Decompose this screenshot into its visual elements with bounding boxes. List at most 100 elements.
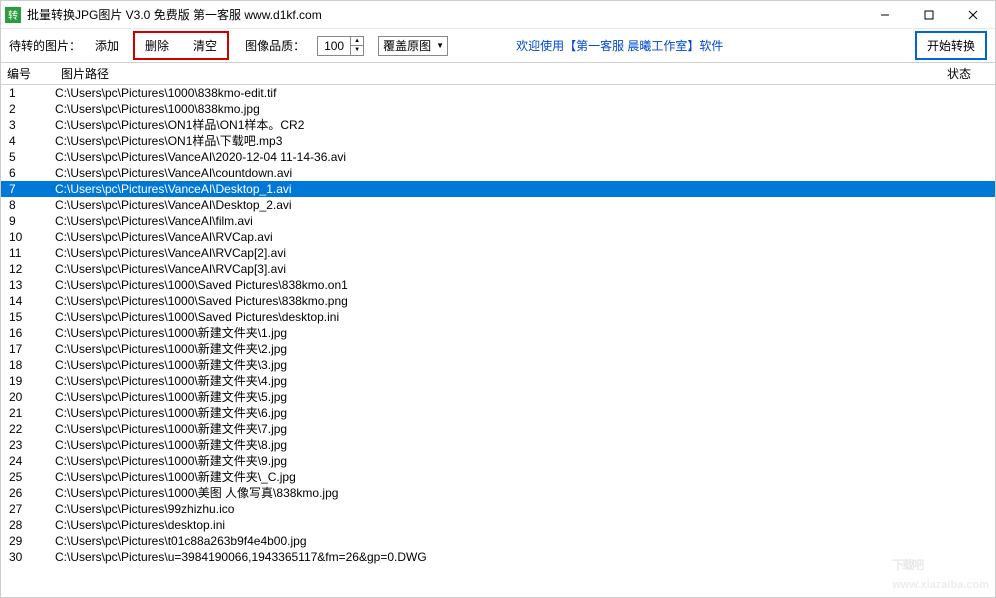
cell-path: C:\Users\pc\Pictures\1000\新建文件夹\2.jpg — [55, 341, 941, 357]
table-row[interactable]: 7C:\Users\pc\Pictures\VanceAI\Desktop_1.… — [1, 181, 995, 197]
cell-num: 3 — [1, 117, 55, 133]
table-row[interactable]: 25C:\Users\pc\Pictures\1000\新建文件夹\_C.jpg — [1, 469, 995, 485]
cell-path: C:\Users\pc\Pictures\u=3984190066,194336… — [55, 549, 941, 565]
cell-num: 17 — [1, 341, 55, 357]
cell-path: C:\Users\pc\Pictures\1000\新建文件夹\3.jpg — [55, 357, 941, 373]
table-row[interactable]: 15C:\Users\pc\Pictures\1000\Saved Pictur… — [1, 309, 995, 325]
table-row[interactable]: 29C:\Users\pc\Pictures\t01c88a263b9f4e4b… — [1, 533, 995, 549]
table-row[interactable]: 8C:\Users\pc\Pictures\VanceAI\Desktop_2.… — [1, 197, 995, 213]
cell-num: 30 — [1, 549, 55, 565]
table-row[interactable]: 27C:\Users\pc\Pictures\99zhizhu.ico — [1, 501, 995, 517]
table-row[interactable]: 14C:\Users\pc\Pictures\1000\Saved Pictur… — [1, 293, 995, 309]
clear-button[interactable]: 清空 — [187, 35, 223, 56]
cell-path: C:\Users\pc\Pictures\VanceAI\2020-12-04 … — [55, 149, 941, 165]
cell-path: C:\Users\pc\Pictures\VanceAI\Desktop_1.a… — [55, 181, 941, 197]
cell-path: C:\Users\pc\Pictures\1000\Saved Pictures… — [55, 309, 941, 325]
cell-num: 21 — [1, 405, 55, 421]
table-row[interactable]: 6C:\Users\pc\Pictures\VanceAI\countdown.… — [1, 165, 995, 181]
cell-path: C:\Users\pc\Pictures\1000\新建文件夹\6.jpg — [55, 405, 941, 421]
table-row[interactable]: 16C:\Users\pc\Pictures\1000\新建文件夹\1.jpg — [1, 325, 995, 341]
cell-path: C:\Users\pc\Pictures\1000\新建文件夹\_C.jpg — [55, 469, 941, 485]
add-button[interactable]: 添加 — [89, 35, 125, 56]
cell-num: 19 — [1, 373, 55, 389]
cell-path: C:\Users\pc\Pictures\1000\Saved Pictures… — [55, 293, 941, 309]
overwrite-combo[interactable]: 覆盖原图 ▼ — [378, 36, 448, 56]
table-row[interactable]: 30C:\Users\pc\Pictures\u=3984190066,1943… — [1, 549, 995, 565]
table-row[interactable]: 5C:\Users\pc\Pictures\VanceAI\2020-12-04… — [1, 149, 995, 165]
cell-path: C:\Users\pc\Pictures\1000\新建文件夹\5.jpg — [55, 389, 941, 405]
table-header: 编号 图片路径 状态 — [1, 63, 995, 85]
cell-path: C:\Users\pc\Pictures\VanceAI\countdown.a… — [55, 165, 941, 181]
maximize-button[interactable] — [907, 1, 951, 29]
title-bar: 转 批量转换JPG图片 V3.0 免费版 第一客服 www.d1kf.com — [1, 1, 995, 29]
cell-path: C:\Users\pc\Pictures\1000\新建文件夹\8.jpg — [55, 437, 941, 453]
table-row[interactable]: 11C:\Users\pc\Pictures\VanceAI\RVCap[2].… — [1, 245, 995, 261]
cell-path: C:\Users\pc\Pictures\99zhizhu.ico — [55, 501, 941, 517]
cell-num: 9 — [1, 213, 55, 229]
cell-num: 16 — [1, 325, 55, 341]
start-convert-button[interactable]: 开始转换 — [915, 31, 987, 60]
cell-num: 1 — [1, 85, 55, 101]
quality-label: 图像品质： — [245, 37, 305, 54]
cell-num: 8 — [1, 197, 55, 213]
table-row[interactable]: 19C:\Users\pc\Pictures\1000\新建文件夹\4.jpg — [1, 373, 995, 389]
cell-path: C:\Users\pc\Pictures\VanceAI\RVCap[3].av… — [55, 261, 941, 277]
cell-num: 27 — [1, 501, 55, 517]
col-header-num[interactable]: 编号 — [1, 65, 55, 82]
spin-down-icon[interactable]: ▼ — [351, 46, 363, 55]
cell-path: C:\Users\pc\Pictures\ON1样品\下载吧.mp3 — [55, 133, 941, 149]
cell-num: 10 — [1, 229, 55, 245]
spin-up-icon[interactable]: ▲ — [351, 37, 363, 46]
app-icon: 转 — [5, 7, 21, 23]
cell-path: C:\Users\pc\Pictures\VanceAI\RVCap.avi — [55, 229, 941, 245]
cell-path: C:\Users\pc\Pictures\1000\新建文件夹\7.jpg — [55, 421, 941, 437]
cell-num: 6 — [1, 165, 55, 181]
overwrite-label: 覆盖原图 — [383, 37, 431, 54]
table-body: 1C:\Users\pc\Pictures\1000\838kmo-edit.t… — [1, 85, 995, 565]
table-row[interactable]: 1C:\Users\pc\Pictures\1000\838kmo-edit.t… — [1, 85, 995, 101]
cell-num: 11 — [1, 245, 55, 261]
table-row[interactable]: 4C:\Users\pc\Pictures\ON1样品\下载吧.mp3 — [1, 133, 995, 149]
table-row[interactable]: 17C:\Users\pc\Pictures\1000\新建文件夹\2.jpg — [1, 341, 995, 357]
table-row[interactable]: 26C:\Users\pc\Pictures\1000\美图 人像写真\838k… — [1, 485, 995, 501]
toolbar: 待转的图片： 添加 删除 清空 图像品质： ▲ ▼ 覆盖原图 ▼ 欢迎使用【第一… — [1, 29, 995, 63]
chevron-down-icon: ▼ — [433, 41, 447, 50]
table-row[interactable]: 21C:\Users\pc\Pictures\1000\新建文件夹\6.jpg — [1, 405, 995, 421]
cell-path: C:\Users\pc\Pictures\1000\838kmo-edit.ti… — [55, 85, 941, 101]
table-row[interactable]: 3C:\Users\pc\Pictures\ON1样品\ON1样本。CR2 — [1, 117, 995, 133]
table-row[interactable]: 2C:\Users\pc\Pictures\1000\838kmo.jpg — [1, 101, 995, 117]
table-row[interactable]: 12C:\Users\pc\Pictures\VanceAI\RVCap[3].… — [1, 261, 995, 277]
cell-path: C:\Users\pc\Pictures\VanceAI\RVCap[2].av… — [55, 245, 941, 261]
cell-path: C:\Users\pc\Pictures\1000\838kmo.jpg — [55, 101, 941, 117]
cell-path: C:\Users\pc\Pictures\ON1样品\ON1样本。CR2 — [55, 117, 941, 133]
quality-input[interactable] — [318, 37, 350, 55]
cell-num: 14 — [1, 293, 55, 309]
table-row[interactable]: 13C:\Users\pc\Pictures\1000\Saved Pictur… — [1, 277, 995, 293]
cell-num: 29 — [1, 533, 55, 549]
minimize-button[interactable] — [863, 1, 907, 29]
cell-path: C:\Users\pc\Pictures\1000\Saved Pictures… — [55, 277, 941, 293]
cell-path: C:\Users\pc\Pictures\1000\新建文件夹\9.jpg — [55, 453, 941, 469]
table-row[interactable]: 24C:\Users\pc\Pictures\1000\新建文件夹\9.jpg — [1, 453, 995, 469]
table-row[interactable]: 20C:\Users\pc\Pictures\1000\新建文件夹\5.jpg — [1, 389, 995, 405]
cell-num: 20 — [1, 389, 55, 405]
close-button[interactable] — [951, 1, 995, 29]
col-header-status[interactable]: 状态 — [941, 65, 995, 82]
delete-button[interactable]: 删除 — [139, 35, 175, 56]
table-row[interactable]: 10C:\Users\pc\Pictures\VanceAI\RVCap.avi — [1, 229, 995, 245]
cell-path: C:\Users\pc\Pictures\desktop.ini — [55, 517, 941, 533]
cell-num: 12 — [1, 261, 55, 277]
cell-path: C:\Users\pc\Pictures\1000\新建文件夹\4.jpg — [55, 373, 941, 389]
quality-spinner[interactable]: ▲ ▼ — [317, 36, 364, 56]
table-row[interactable]: 9C:\Users\pc\Pictures\VanceAI\film.avi — [1, 213, 995, 229]
cell-num: 15 — [1, 309, 55, 325]
cell-num: 24 — [1, 453, 55, 469]
cell-path: C:\Users\pc\Pictures\VanceAI\Desktop_2.a… — [55, 197, 941, 213]
cell-num: 18 — [1, 357, 55, 373]
cell-num: 28 — [1, 517, 55, 533]
table-row[interactable]: 23C:\Users\pc\Pictures\1000\新建文件夹\8.jpg — [1, 437, 995, 453]
table-row[interactable]: 18C:\Users\pc\Pictures\1000\新建文件夹\3.jpg — [1, 357, 995, 373]
table-row[interactable]: 22C:\Users\pc\Pictures\1000\新建文件夹\7.jpg — [1, 421, 995, 437]
col-header-path[interactable]: 图片路径 — [55, 65, 941, 82]
table-row[interactable]: 28C:\Users\pc\Pictures\desktop.ini — [1, 517, 995, 533]
